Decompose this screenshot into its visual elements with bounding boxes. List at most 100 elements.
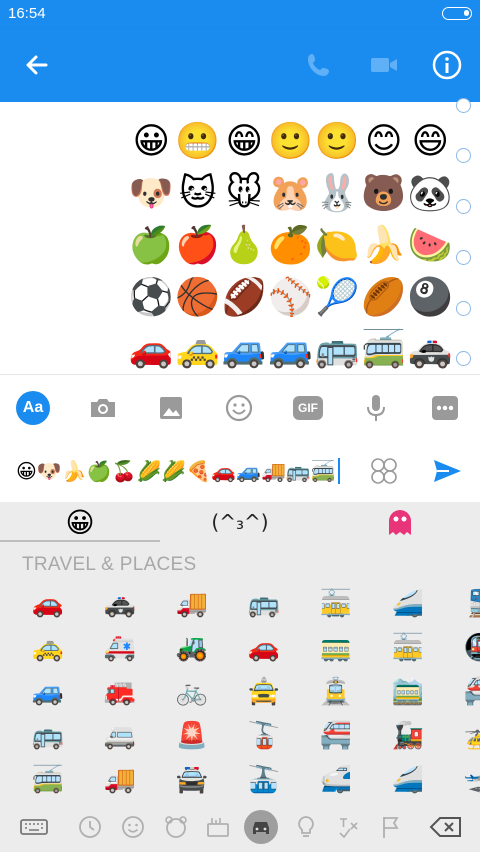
keyboard-row: 🚎 🚚 🚔 🚠 🚅 🚄 🛫 xyxy=(12,758,480,802)
car-icon xyxy=(253,822,269,834)
more-icon[interactable] xyxy=(428,391,462,425)
keyboard-emoji[interactable]: 🚔 xyxy=(156,765,228,795)
keyboard-emoji[interactable]: 🚂 xyxy=(372,721,444,751)
keyboard-emoji[interactable]: 🚆 xyxy=(444,589,480,619)
emoji: 🍎 xyxy=(175,225,221,266)
keyboard-emoji[interactable]: 🚄 xyxy=(372,589,444,619)
category-travel-active[interactable] xyxy=(244,810,278,844)
keyboard-emoji[interactable]: 🚓 xyxy=(84,589,156,619)
keyboard-emoji[interactable]: 🚙 xyxy=(12,677,84,707)
keyboard-emoji[interactable]: 🚗 xyxy=(228,633,300,663)
send-icon[interactable] xyxy=(430,454,464,488)
aa-button[interactable]: Aa xyxy=(16,391,50,425)
keyboard-row: 🚙 🚒 🚲 🚖 🚊 🚞 🚝 xyxy=(12,670,480,714)
flag-icon[interactable] xyxy=(375,811,407,843)
symbols-icon[interactable] xyxy=(333,811,365,843)
keyboard-emoji[interactable]: 🚋 xyxy=(372,633,444,663)
chat-area: 😀 😬 😁 🙂 🙂 😊 😄 🐶 🐱 🐭 🐹 🐰 🐻 🐼 🍏 🍎 🍐 🍊 🍋 🍌 xyxy=(0,98,480,376)
emoji: 🐶 xyxy=(128,173,174,214)
emoji-row: 🐶 🐱 🐭 🐹 🐰 🐻 🐼 xyxy=(128,168,454,220)
back-arrow-icon[interactable] xyxy=(20,48,54,82)
emoji: 🚎 xyxy=(361,329,407,370)
clock-icon[interactable] xyxy=(74,811,106,843)
keyboard-emoji[interactable]: 🚒 xyxy=(84,677,156,707)
emoji: 🏉 xyxy=(361,277,407,318)
category-bar xyxy=(0,802,480,852)
emoji-row: ⚽ 🏀 🏈 ⚾ 🎾 🏉 🎱 xyxy=(128,272,454,324)
phone-icon[interactable] xyxy=(302,48,336,82)
kaomoji-toggle-icon[interactable] xyxy=(369,456,399,486)
emoji: 🙂 xyxy=(268,121,314,162)
receipt-icon xyxy=(456,199,471,214)
keyboard-emoji[interactable]: 🚗 xyxy=(12,589,84,619)
emoji: 🐭 xyxy=(225,173,264,214)
emoji: ⚽ xyxy=(128,277,174,318)
message-input[interactable]: 😀🐶🍌🍏🍒🌽🌽🍕🚗🚙🚚🚌🚎 xyxy=(16,454,346,488)
keyboard-emoji[interactable]: 🚖 xyxy=(228,677,300,707)
keyboard-emoji[interactable]: 🚚 xyxy=(156,589,228,619)
emoji: 🏈 xyxy=(221,277,267,318)
keyboard-emoji[interactable]: 🚐 xyxy=(84,721,156,751)
emoji: 🐱 xyxy=(178,173,217,214)
keyboard-emoji[interactable]: 🚇 xyxy=(444,633,480,663)
keyboard-emoji[interactable]: 🚜 xyxy=(156,633,228,663)
image-icon[interactable] xyxy=(154,391,188,425)
video-camera-icon[interactable] xyxy=(367,48,401,82)
food-icon[interactable] xyxy=(202,811,234,843)
microphone-icon[interactable] xyxy=(359,391,393,425)
keyboard-emoji[interactable]: 🚕 xyxy=(12,633,84,663)
receipt-icon xyxy=(456,98,471,113)
battery-icon xyxy=(442,7,472,20)
emoji-icon[interactable] xyxy=(222,391,256,425)
keyboard-emoji[interactable]: 🚚 xyxy=(84,765,156,795)
emoji: 🚕 xyxy=(175,329,221,370)
emoji: 🚙 xyxy=(268,329,314,370)
emoji: 😊 xyxy=(364,121,403,162)
info-icon[interactable] xyxy=(430,48,464,82)
keyboard-emoji[interactable]: 🚠 xyxy=(228,765,300,795)
keyboard-emoji[interactable]: 🚨 xyxy=(156,721,228,751)
emoji: 😬 xyxy=(175,121,221,162)
receipt-icon xyxy=(456,148,471,163)
bulb-icon[interactable] xyxy=(290,811,322,843)
emoji-row: 🍏 🍎 🍐 🍊 🍋 🍌 🍉 xyxy=(128,220,454,272)
keyboard-emoji[interactable]: 🚌 xyxy=(228,589,300,619)
tab-emoji[interactable]: 😀 xyxy=(0,502,160,542)
emoji: 🐻 xyxy=(361,173,407,214)
emoji: 🍌 xyxy=(361,225,407,266)
keyboard-emoji[interactable]: 🚌 xyxy=(12,721,84,751)
camera-icon[interactable] xyxy=(86,391,120,425)
tab-kaomoji[interactable]: (^₃^) xyxy=(160,502,320,542)
backspace-icon[interactable] xyxy=(428,811,464,843)
emoji: 🍉 xyxy=(407,225,453,266)
keyboard-emoji[interactable]: 🚑 xyxy=(84,633,156,663)
keyboard-icon[interactable] xyxy=(18,811,50,843)
keyboard-emoji-grid: 🚗 🚓 🚚 🚌 🚋 🚄 🚆 🚕 🚑 🚜 🚗 🚃 🚋 🚇 🚙 🚒 🚲 🚖 🚊 🚞 xyxy=(12,582,480,802)
keyboard-emoji[interactable]: 🚝 xyxy=(300,721,372,751)
tab-sticker[interactable] xyxy=(320,502,480,542)
keyboard-emoji[interactable]: 🚲 xyxy=(156,677,228,707)
sent-emoji-message: 😀 😬 😁 🙂 🙂 😊 😄 🐶 🐱 🐭 🐹 🐰 🐻 🐼 🍏 🍎 🍐 🍊 🍋 🍌 xyxy=(128,116,454,376)
ghost-icon xyxy=(389,510,411,535)
status-time: 16:54 xyxy=(8,5,46,22)
emoji: 😄 xyxy=(411,121,450,162)
keyboard-emoji[interactable]: 🚋 xyxy=(300,589,372,619)
keyboard-emoji[interactable]: 🚃 xyxy=(300,633,372,663)
keyboard-emoji[interactable]: 🚎 xyxy=(12,765,84,795)
receipt-icon xyxy=(456,351,471,366)
keyboard-emoji[interactable]: 🚞 xyxy=(372,677,444,707)
keyboard-emoji[interactable]: 🚁 xyxy=(444,721,480,751)
keyboard-emoji[interactable]: 🚅 xyxy=(300,765,372,795)
keyboard-emoji[interactable]: 🛫 xyxy=(444,765,480,795)
emoji: 🎾 xyxy=(314,277,360,318)
keyboard-emoji[interactable]: 🚊 xyxy=(300,677,372,707)
message-input-row: 😀🐶🍌🍏🍒🌽🌽🍕🚗🚙🚚🚌🚎 xyxy=(0,438,480,502)
read-receipts xyxy=(456,98,472,372)
emoji: ⚾ xyxy=(268,277,314,318)
smiley-icon[interactable] xyxy=(117,811,149,843)
animal-icon[interactable] xyxy=(160,811,192,843)
keyboard-emoji[interactable]: 🚄 xyxy=(372,765,444,795)
keyboard-emoji[interactable]: 🚡 xyxy=(228,721,300,751)
gif-button[interactable]: GIF xyxy=(293,396,323,420)
keyboard-emoji[interactable]: 🚝 xyxy=(444,677,480,707)
